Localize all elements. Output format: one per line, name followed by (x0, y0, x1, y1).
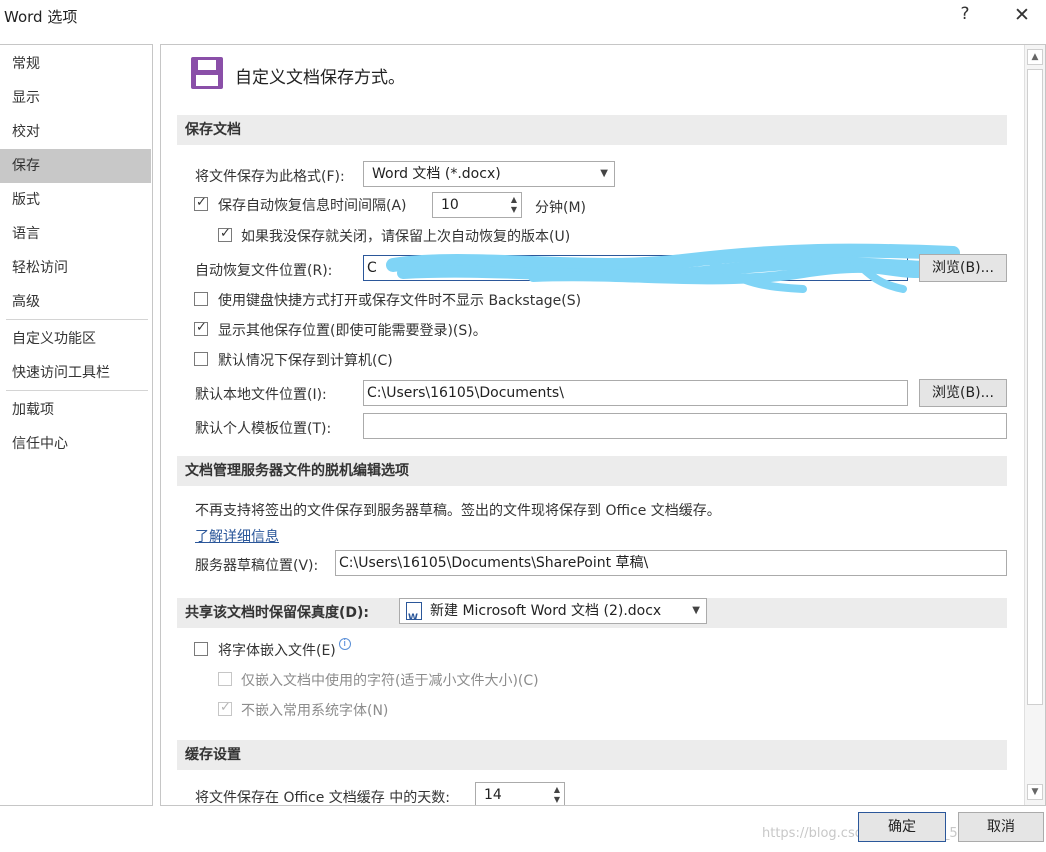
sidebar-item-language[interactable]: 语言 (0, 217, 151, 251)
browse-default-location-button[interactable]: 浏览(B)... (919, 379, 1007, 407)
sidebar-item-layout[interactable]: 版式 (0, 183, 151, 217)
embed-fonts-label-wrap: 将字体嵌入文件(E) i (218, 638, 351, 660)
embed-fonts-checkbox[interactable] (194, 642, 208, 656)
default-local-location-label: 默认本地文件位置(I): (195, 387, 327, 403)
autorecover-location-label: 自动恢复文件位置(R): (195, 263, 333, 279)
cancel-button[interactable]: 取消 (958, 812, 1044, 842)
default-local-location-value: C:\Users\16105\Documents\ (367, 385, 564, 401)
sidebar-item-accessibility[interactable]: 轻松访问 (0, 251, 151, 285)
section-offline-editing: 文档管理服务器文件的脱机编辑选项 (177, 456, 1007, 486)
no-backstage-checkbox[interactable] (194, 292, 208, 306)
save-to-computer-label: 默认情况下保存到计算机(C) (218, 353, 393, 369)
window-title: Word 选项 (4, 8, 78, 26)
autorecover-minutes-value: 10 (441, 197, 459, 213)
close-button[interactable]: ✕ (1012, 4, 1032, 26)
cache-days-stepper[interactable]: 14 ▲ ▼ (475, 782, 565, 805)
autorecover-minutes-stepper[interactable]: 10 ▲ ▼ (432, 192, 522, 218)
embed-used-chars-checkbox[interactable] (218, 672, 232, 686)
word-doc-icon: W (406, 602, 422, 623)
spin-arrows-icon[interactable]: ▲ ▼ (511, 195, 517, 215)
help-button[interactable]: ? (957, 4, 973, 24)
save-to-computer-checkbox[interactable] (194, 352, 208, 366)
sidebar-item-advanced[interactable]: 高级 (0, 285, 151, 319)
redaction-scribble (386, 243, 960, 293)
scroll-up-icon[interactable]: ▲ (1027, 49, 1043, 65)
keep-last-version-checkbox[interactable]: ✓ (218, 226, 232, 242)
sidebar-item-display[interactable]: 显示 (0, 81, 151, 115)
server-drafts-label: 服务器草稿位置(V): (195, 558, 319, 574)
cache-days-label: 将文件保存在 Office 文档缓存 中的天数: (195, 790, 450, 806)
no-backstage-label: 使用键盘快捷方式打开或保存文件时不显示 Backstage(S) (218, 293, 582, 309)
sidebar-item-general[interactable]: 常规 (0, 47, 151, 81)
format-select-value: Word 文档 (*.docx) (372, 166, 501, 182)
template-location-label: 默认个人模板位置(T): (195, 421, 332, 437)
spin-arrows-icon[interactable]: ▲ ▼ (554, 785, 560, 805)
learn-more-link[interactable]: 了解详细信息 (195, 526, 279, 546)
page-heading: 自定义文档保存方式。 (235, 68, 405, 88)
chevron-down-icon: ▼ (692, 605, 700, 616)
no-common-fonts-checkbox[interactable]: ✓ (218, 700, 232, 716)
autorecover-checkbox[interactable]: ✓ (194, 195, 208, 211)
checkmark-icon: ✓ (196, 195, 207, 210)
embed-fonts-label: 将字体嵌入文件(E) (218, 643, 336, 659)
scroll-down-icon[interactable]: ▼ (1027, 784, 1043, 800)
embed-used-chars-label: 仅嵌入文档中使用的字符(适于减小文件大小)(C) (241, 673, 539, 689)
minutes-label: 分钟(M) (535, 200, 587, 216)
sidebar-item-save[interactable]: 保存 (0, 149, 151, 183)
server-drafts-value: C:\Users\16105\Documents\SharePoint 草稿\ (339, 555, 649, 571)
sidebar-item-proofing[interactable]: 校对 (0, 115, 151, 149)
fidelity-label: 共享该文档时保留保真度(D): (185, 605, 370, 621)
fidelity-document-select[interactable]: W 新建 Microsoft Word 文档 (2).docx ▼ (399, 598, 707, 624)
info-icon[interactable]: i (338, 638, 351, 650)
browse-autorecover-button[interactable]: 浏览(B)... (919, 254, 1007, 282)
checkmark-icon: ✓ (220, 700, 231, 715)
default-local-location-input[interactable]: C:\Users\16105\Documents\ (363, 380, 908, 406)
format-label: 将文件保存为此格式(F): (195, 169, 345, 185)
chevron-down-icon: ▼ (600, 168, 608, 179)
section-cache: 缓存设置 (177, 740, 1007, 770)
sidebar-item-customize-ribbon[interactable]: 自定义功能区 (0, 322, 151, 356)
content-scrollbar[interactable]: ▲ ▼ (1024, 45, 1045, 805)
server-drafts-input[interactable]: C:\Users\16105\Documents\SharePoint 草稿\ (335, 550, 1007, 576)
checkmark-icon: ✓ (196, 320, 207, 335)
ok-button[interactable]: 确定 (858, 812, 946, 842)
show-other-locations-checkbox[interactable]: ✓ (194, 320, 208, 336)
show-other-locations-label: 显示其他保存位置(即使可能需要登录)(S)。 (218, 323, 487, 339)
floppy-disk-icon (191, 57, 223, 89)
fidelity-document-value: 新建 Microsoft Word 文档 (2).docx (430, 603, 662, 619)
section-save-documents: 保存文档 (177, 115, 1007, 145)
offline-notice: 不再支持将签出的文件保存到服务器草稿。签出的文件现将保存到 Office 文档缓… (195, 503, 721, 519)
sidebar-item-quick-access-toolbar[interactable]: 快速访问工具栏 (0, 356, 151, 390)
sidebar-divider (6, 319, 148, 320)
autorecover-location-value: C (367, 260, 377, 276)
checkmark-icon: ✓ (220, 226, 231, 241)
cache-days-value: 14 (484, 787, 502, 803)
no-common-fonts-label: 不嵌入常用系统字体(N) (241, 703, 389, 719)
autorecover-label: 保存自动恢复信息时间间隔(A) (218, 198, 407, 214)
template-location-input[interactable] (363, 413, 1007, 439)
format-select[interactable]: Word 文档 (*.docx) ▼ (363, 161, 615, 187)
sidebar-item-add-ins[interactable]: 加载项 (0, 393, 151, 427)
options-content: 自定义文档保存方式。 保存文档 将文件保存为此格式(F): Word 文档 (*… (160, 44, 1046, 806)
sidebar-divider (6, 390, 148, 391)
sidebar-item-trust-center[interactable]: 信任中心 (0, 427, 151, 461)
scroll-thumb[interactable] (1027, 69, 1043, 705)
title-bar: Word 选项 ? ✕ (0, 0, 1046, 34)
sidebar: 常规 显示 校对 保存 版式 语言 轻松访问 高级 自定义功能区 快速访问工具栏… (0, 44, 153, 806)
